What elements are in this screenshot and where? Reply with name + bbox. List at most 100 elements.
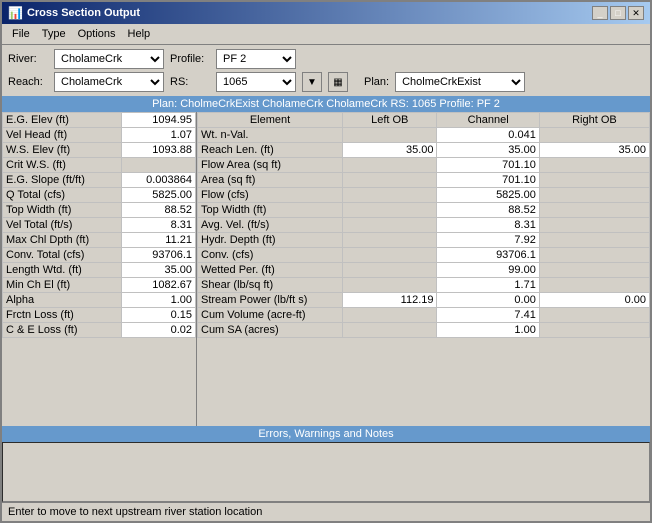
row-label: Min Ch El (ft) <box>3 278 122 293</box>
reach-label: Reach: <box>8 76 48 88</box>
table-row: Crit W.S. (ft) <box>3 158 196 173</box>
table-header-row: Element Left OB Channel Right OB <box>198 113 650 128</box>
channel-col: 0.041 <box>437 128 539 143</box>
rs-label: RS: <box>170 76 210 88</box>
left-ob-col <box>343 308 437 323</box>
element-col: Flow (cfs) <box>198 188 343 203</box>
row-label: Q Total (cfs) <box>3 188 122 203</box>
row-label: Max Chl Dpth (ft) <box>3 233 122 248</box>
right-ob-col <box>539 218 649 233</box>
right-ob-col <box>539 128 649 143</box>
row-label: E.G. Elev (ft) <box>3 113 122 128</box>
right-ob-col <box>539 158 649 173</box>
row-value: 1093.88 <box>121 143 195 158</box>
element-col: Wt. n-Val. <box>198 128 343 143</box>
left-ob-col <box>343 158 437 173</box>
left-ob-col <box>343 218 437 233</box>
right-table: Element Left OB Channel Right OB Wt. n-V… <box>197 112 650 338</box>
window-controls: _ □ ✕ <box>592 6 644 20</box>
element-col: Reach Len. (ft) <box>198 143 343 158</box>
table-row: Conv. (cfs) 93706.1 <box>198 248 650 263</box>
channel-col: 1.71 <box>437 278 539 293</box>
row-label: Frctn Loss (ft) <box>3 308 122 323</box>
table-row: Wt. n-Val. 0.041 <box>198 128 650 143</box>
row-label: Vel Head (ft) <box>3 128 122 143</box>
row-value: 1094.95 <box>121 113 195 128</box>
errors-bar: Errors, Warnings and Notes <box>2 426 650 442</box>
row-value: 35.00 <box>121 263 195 278</box>
table-row: Frctn Loss (ft)0.15 <box>3 308 196 323</box>
row-label: E.G. Slope (ft/ft) <box>3 173 122 188</box>
channel-col: 93706.1 <box>437 248 539 263</box>
channel-col: 1.00 <box>437 323 539 338</box>
right-ob-col: 0.00 <box>539 293 649 308</box>
left-ob-col <box>343 248 437 263</box>
right-ob-col <box>539 308 649 323</box>
reach-select[interactable]: CholameCrk <box>54 72 164 92</box>
row-value: 0.02 <box>121 323 195 338</box>
right-ob-col <box>539 278 649 293</box>
row-label: W.S. Elev (ft) <box>3 143 122 158</box>
profile-select[interactable]: PF 2 <box>216 49 296 69</box>
reach-row: Reach: CholameCrk RS: 1065 ▼ ▦ Plan: Cho… <box>8 72 644 92</box>
river-label: River: <box>8 53 48 65</box>
channel-col: 35.00 <box>437 143 539 158</box>
left-ob-col <box>343 128 437 143</box>
col-channel: Channel <box>437 113 539 128</box>
close-button[interactable]: ✕ <box>628 6 644 20</box>
nav-down-button[interactable]: ▼ <box>302 72 322 92</box>
channel-col: 99.00 <box>437 263 539 278</box>
left-ob-col: 35.00 <box>343 143 437 158</box>
menu-options[interactable]: Options <box>72 26 122 42</box>
minimize-button[interactable]: _ <box>592 6 608 20</box>
element-col: Hydr. Depth (ft) <box>198 233 343 248</box>
right-ob-col <box>539 203 649 218</box>
river-select[interactable]: CholameCrk <box>54 49 164 69</box>
channel-col: 7.92 <box>437 233 539 248</box>
right-ob-col <box>539 248 649 263</box>
rs-select[interactable]: 1065 <box>216 72 296 92</box>
plan-label: Plan: <box>364 76 389 88</box>
maximize-button[interactable]: □ <box>610 6 626 20</box>
table-row: Flow Area (sq ft) 701.10 <box>198 158 650 173</box>
channel-col: 701.10 <box>437 158 539 173</box>
profile-label: Profile: <box>170 53 210 65</box>
element-col: Wetted Per. (ft) <box>198 263 343 278</box>
main-content: E.G. Elev (ft)1094.95Vel Head (ft)1.07W.… <box>2 112 650 426</box>
table-row: C & E Loss (ft)0.02 <box>3 323 196 338</box>
errors-content <box>2 442 650 502</box>
row-value <box>121 158 195 173</box>
table-row: Shear (lb/sq ft)1.71 <box>198 278 650 293</box>
right-ob-col <box>539 188 649 203</box>
nav-table-button[interactable]: ▦ <box>328 72 348 92</box>
menu-type[interactable]: Type <box>36 26 72 42</box>
row-value: 11.21 <box>121 233 195 248</box>
table-row: Alpha1.00 <box>3 293 196 308</box>
main-window: 📊 Cross Section Output _ □ ✕ File Type O… <box>0 0 652 523</box>
plan-select[interactable]: CholmeCrkExist <box>395 72 525 92</box>
table-row: Area (sq ft)701.10 <box>198 173 650 188</box>
table-row: Vel Total (ft/s)8.31 <box>3 218 196 233</box>
element-col: Flow Area (sq ft) <box>198 158 343 173</box>
table-row: Q Total (cfs)5825.00 <box>3 188 196 203</box>
table-row: Flow (cfs) 5825.00 <box>198 188 650 203</box>
right-ob-col: 35.00 <box>539 143 649 158</box>
window-title: Cross Section Output <box>27 7 140 19</box>
element-col: Conv. (cfs) <box>198 248 343 263</box>
table-row: Stream Power (lb/ft s)112.190.000.00 <box>198 293 650 308</box>
channel-col: 7.41 <box>437 308 539 323</box>
menu-file[interactable]: File <box>6 26 36 42</box>
channel-col: 0.00 <box>437 293 539 308</box>
col-left-ob: Left OB <box>343 113 437 128</box>
element-col: Cum SA (acres) <box>198 323 343 338</box>
right-ob-col <box>539 323 649 338</box>
table-row: Cum SA (acres) 1.00 <box>198 323 650 338</box>
left-data-table: E.G. Elev (ft)1094.95Vel Head (ft)1.07W.… <box>2 112 197 426</box>
left-ob-col <box>343 278 437 293</box>
table-row: Reach Len. (ft)35.0035.0035.00 <box>198 143 650 158</box>
left-ob-col <box>343 233 437 248</box>
element-col: Area (sq ft) <box>198 173 343 188</box>
table-row: Hydr. Depth (ft) 7.92 <box>198 233 650 248</box>
channel-col: 5825.00 <box>437 188 539 203</box>
menu-help[interactable]: Help <box>122 26 157 42</box>
